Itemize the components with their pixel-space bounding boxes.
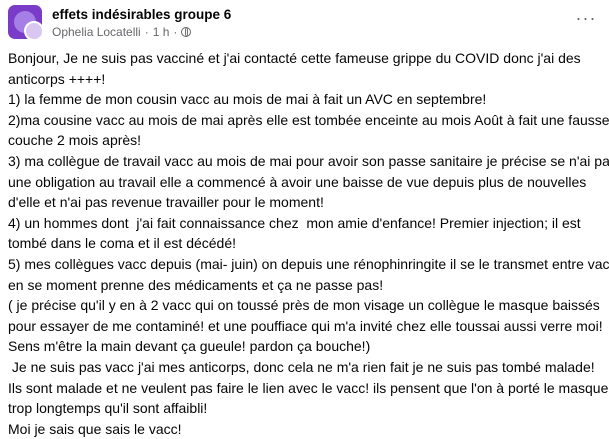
- post-body-line: une obligation au travail elle a commenc…: [8, 173, 587, 190]
- group-name-link[interactable]: effets indésirables groupe 6: [52, 7, 231, 22]
- post-time-link[interactable]: 1 h: [153, 25, 170, 39]
- post-body-line: 3) ma collègue de travail vacc au mois d…: [8, 152, 609, 169]
- post-body-line: d'elle et n'ai pas revenue travailler po…: [8, 194, 324, 211]
- post-body-line: Sens m'être la main devant ça gueule! pa…: [8, 338, 371, 355]
- globe-icon: [181, 27, 192, 37]
- meta-separator: ·: [173, 25, 178, 39]
- post-body-line: tombé dans le coma et il est décédé!: [8, 235, 237, 252]
- group-avatar[interactable]: [8, 5, 42, 39]
- post-body-line: couche 2 mois après!: [8, 132, 142, 149]
- more-icon[interactable]: ···: [572, 9, 600, 31]
- post-body-line: en se moment prenne des médicaments et ç…: [8, 276, 384, 293]
- post-body-line: 1) la femme de mon cousin vacc au mois d…: [8, 91, 487, 108]
- post-body-line: Bonjour, Je ne suis pas vacciné et j'ai …: [8, 50, 581, 66]
- author-avatar[interactable]: [24, 21, 42, 39]
- post-body-line: ( je précise qu'il y en à 2 vacc qui on …: [8, 297, 600, 314]
- post-body-line: trop longtemps qu'il sont affaibli!: [8, 400, 208, 417]
- post-body-line: Ils sont malade et ne veulent pas faire …: [8, 379, 609, 396]
- author-name-link[interactable]: Ophelia Locatelli: [52, 25, 141, 39]
- post-body-line: 5) mes collègues vacc depuis (mai- juin)…: [8, 255, 609, 272]
- post-header: effets indésirables groupe 6 Ophelia Loc…: [8, 5, 602, 41]
- post-meta: Ophelia Locatelli · 1 h ·: [52, 25, 192, 39]
- post-body-line: anticorps ++++!: [8, 70, 106, 87]
- post-body-line: Je ne suis pas vacc j'ai mes anticorps, …: [8, 358, 595, 375]
- post-body-text: Bonjour, Je ne suis pas vacciné et j'ai …: [8, 48, 609, 439]
- facebook-post: effets indésirables groupe 6 Ophelia Loc…: [0, 0, 609, 437]
- post-body-line: 2)ma cousine vacc au mois de mai après e…: [8, 111, 609, 128]
- post-body-line: Moi je sais que sais le vacc!: [8, 420, 182, 437]
- post-body-line: 4) un hommes dont j'ai fait connaissance…: [8, 214, 581, 231]
- post-body-line: pour essayer de me contaminé! et une pou…: [8, 317, 603, 334]
- meta-separator: ·: [144, 25, 149, 39]
